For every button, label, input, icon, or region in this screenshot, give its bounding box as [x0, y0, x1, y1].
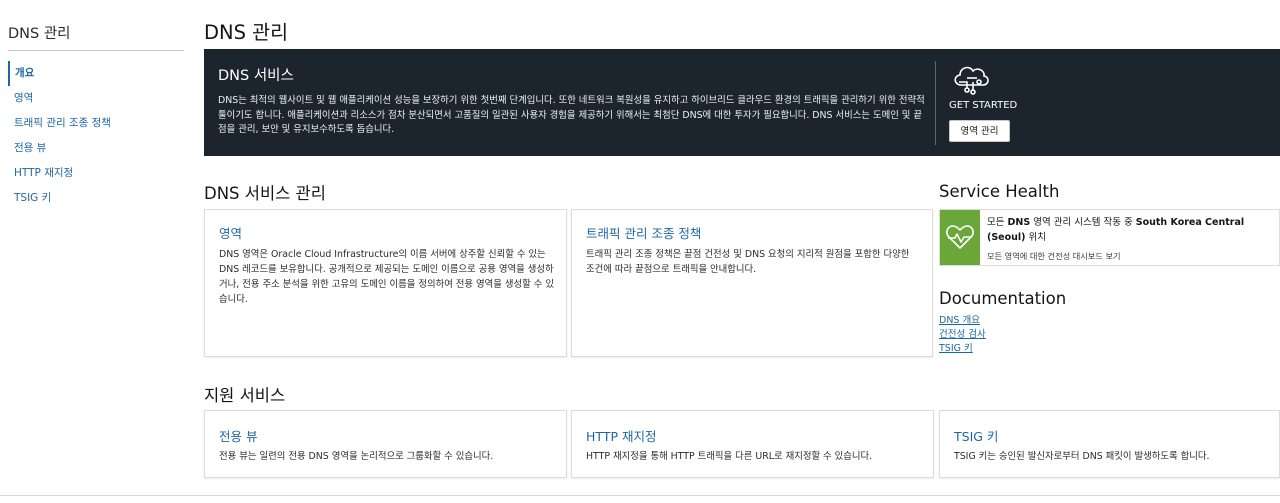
sidebar-item-tsig-keys[interactable]: TSIG 키: [8, 186, 184, 211]
hero-banner: DNS 서비스 DNS는 최적의 웹사이트 및 웹 애플리케이션 성능을 보장하…: [204, 49, 1280, 156]
private-views-card: 전용 뷰 전용 뷰는 일련의 전용 DNS 영역을 논리적으로 그룹화할 수 있…: [204, 410, 567, 478]
sidebar-item-zones[interactable]: 영역: [8, 86, 184, 111]
doc-link-health-checks[interactable]: 건전성 검사: [939, 328, 986, 342]
documentation-title: Documentation: [939, 289, 1067, 308]
traffic-steering-card-text: 트래픽 관리 조종 정책은 끝점 건전성 및 DNS 요청의 지리적 원점을 포…: [586, 249, 910, 275]
sidebar-title: DNS 관리: [8, 26, 71, 42]
http-redirect-card: HTTP 재지정 HTTP 재지정을 통해 HTTP 트래픽을 다른 URL로 …: [571, 410, 934, 478]
service-health-title: Service Health: [939, 182, 1060, 201]
sidebar: DNS 관리 개요 영역 트래픽 관리 조종 정책 전용 뷰 HTTP 재지정 …: [0, 0, 192, 503]
tsig-keys-card-text: TSIG 키는 승인된 발신자로부터 DNS 패킷이 발생하도록 합니다.: [954, 451, 1210, 462]
heart-pulse-icon: [940, 210, 980, 265]
hero-description: DNS는 최적의 웹사이트 및 웹 애플리케이션 성능을 보장하기 위한 첫번째…: [218, 95, 925, 135]
health-dashboard-link[interactable]: 모든 영역에 대한 건전성 대시보드 보기: [987, 250, 1121, 262]
http-redirect-card-title[interactable]: HTTP 재지정: [586, 426, 656, 445]
documentation-links: DNS 개요 건전성 검사 TSIG 키: [939, 314, 986, 356]
sidebar-item-http-redirect[interactable]: HTTP 재지정: [8, 161, 184, 186]
http-redirect-card-text: HTTP 재지정을 통해 HTTP 트래픽을 다른 URL로 재지정할 수 있습…: [586, 451, 873, 462]
get-started-label: GET STARTED: [949, 100, 1018, 111]
manage-section-title: DNS 서비스 관리: [204, 184, 326, 203]
tsig-keys-card-title[interactable]: TSIG 키: [954, 426, 998, 445]
page-title: DNS 관리: [204, 21, 289, 44]
sidebar-item-traffic-steering[interactable]: 트래픽 관리 조종 정책: [8, 111, 184, 136]
sidebar-item-private-views[interactable]: 전용 뷰: [8, 136, 184, 161]
footer-divider: [0, 495, 1280, 496]
hero-title: DNS 서비스: [218, 68, 294, 84]
sidebar-item-overview[interactable]: 개요: [8, 61, 184, 86]
private-views-card-text: 전용 뷰는 일련의 전용 DNS 영역을 논리적으로 그룹화할 수 있습니다.: [219, 451, 494, 462]
doc-link-dns-overview[interactable]: DNS 개요: [939, 314, 986, 328]
support-section-title: 지원 서비스: [204, 386, 286, 405]
zones-card: 영역 DNS 영역은 Oracle Cloud Infrastructure의 …: [204, 209, 567, 357]
cloud-network-icon: [949, 61, 993, 95]
zones-card-title[interactable]: 영역: [219, 223, 242, 242]
traffic-steering-card: 트래픽 관리 조종 정책 트래픽 관리 조종 정책은 끝점 건전성 및 DNS …: [571, 209, 933, 357]
traffic-steering-card-title[interactable]: 트래픽 관리 조종 정책: [586, 223, 701, 242]
manage-zones-button[interactable]: 영역 관리: [949, 120, 1010, 142]
zones-card-text: DNS 영역은 Oracle Cloud Infrastructure의 이름 …: [219, 249, 554, 305]
tsig-keys-card: TSIG 키 TSIG 키는 승인된 발신자로부터 DNS 패킷이 발생하도록 …: [939, 410, 1280, 478]
service-health-card[interactable]: 모든 DNS 영역 관리 시스템 작동 중 South Korea Centra…: [939, 209, 1280, 266]
sidebar-nav: 개요 영역 트래픽 관리 조종 정책 전용 뷰 HTTP 재지정 TSIG 키: [8, 61, 184, 211]
sidebar-divider: [8, 50, 184, 51]
hero-divider: [935, 61, 936, 145]
main-content: DNS 관리 DNS 서비스 DNS는 최적의 웹사이트 및 웹 애플리케이션 …: [204, 0, 1280, 503]
private-views-card-title[interactable]: 전용 뷰: [219, 426, 257, 445]
service-health-status: 모든 DNS 영역 관리 시스템 작동 중 South Korea Centra…: [987, 217, 1245, 243]
doc-link-tsig-keys[interactable]: TSIG 키: [939, 342, 986, 356]
